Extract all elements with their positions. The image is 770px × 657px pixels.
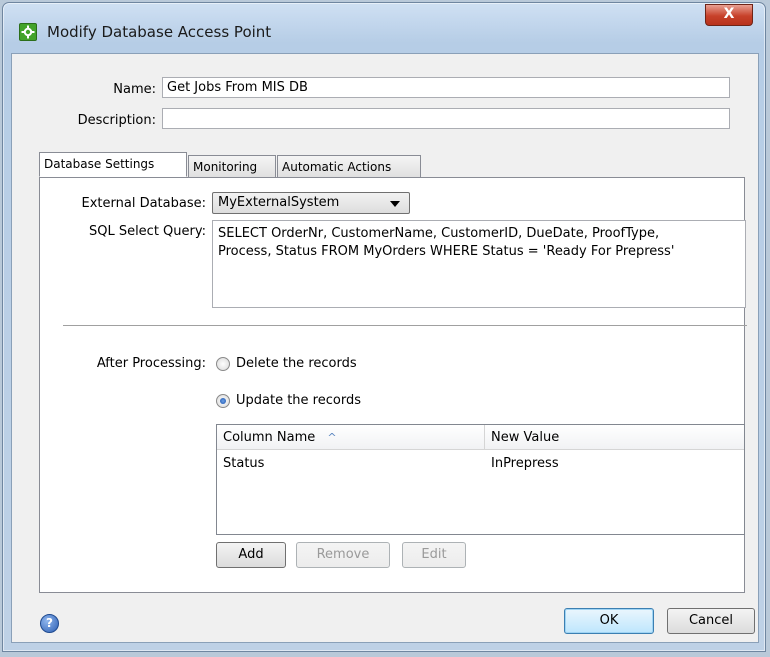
tab-database-settings[interactable]: Database Settings — [39, 152, 187, 177]
delete-records-label[interactable]: Delete the records — [236, 356, 357, 371]
tab-monitoring[interactable]: Monitoring — [188, 155, 276, 177]
close-button[interactable]: X — [705, 4, 753, 26]
cancel-button[interactable]: Cancel — [667, 608, 755, 634]
delete-records-radio[interactable] — [216, 357, 230, 371]
update-records-label[interactable]: Update the records — [236, 393, 361, 408]
help-icon[interactable]: ? — [40, 614, 59, 633]
new-value-header[interactable]: New Value — [485, 425, 744, 450]
update-columns-table[interactable]: Column Name ^ New Value Status InPrepres… — [216, 424, 745, 535]
external-database-value: MyExternalSystem — [218, 195, 340, 210]
after-processing-label: After Processing: — [96, 356, 206, 371]
name-label: Name: — [113, 82, 156, 97]
sql-query-textarea[interactable]: SELECT OrderNr, CustomerName, CustomerID… — [212, 220, 746, 308]
sort-ascending-icon: ^ — [327, 431, 337, 444]
name-field[interactable]: Get Jobs From MIS DB — [162, 77, 730, 98]
edit-button[interactable]: Edit — [402, 542, 466, 568]
description-field[interactable] — [162, 108, 730, 129]
app-gear-icon — [19, 23, 37, 41]
database-settings-panel: External Database: MyExternalSystem SQL … — [39, 177, 747, 593]
separator — [63, 325, 747, 326]
chevron-down-icon — [390, 201, 400, 207]
description-label: Description: — [77, 113, 156, 128]
tab-automatic-actions[interactable]: Automatic Actions — [277, 155, 421, 177]
update-records-radio[interactable] — [216, 394, 230, 408]
sql-query-line-2: Process, Status FROM MyOrders WHERE Stat… — [218, 244, 675, 259]
column-name-header[interactable]: Column Name ^ — [217, 425, 485, 450]
dialog-window: Modify Database Access Point X Name: Get… — [2, 2, 766, 652]
title-bar[interactable]: Modify Database Access Point X — [3, 3, 765, 53]
table-cell-column-name[interactable]: Status — [223, 456, 264, 471]
ok-button[interactable]: OK — [564, 608, 654, 634]
window-title: Modify Database Access Point — [47, 23, 272, 41]
table-cell-new-value[interactable]: InPrepress — [491, 456, 559, 471]
external-database-label: External Database: — [81, 196, 206, 211]
add-button[interactable]: Add — [216, 542, 286, 568]
external-database-dropdown[interactable]: MyExternalSystem — [212, 192, 410, 214]
column-name-header-label: Column Name — [223, 430, 316, 445]
sql-query-label: SQL Select Query: — [88, 224, 206, 239]
remove-button[interactable]: Remove — [296, 542, 390, 568]
sql-query-line-1: SELECT OrderNr, CustomerName, CustomerID… — [218, 226, 660, 241]
dialog-body: Name: Get Jobs From MIS DB Description: … — [11, 53, 759, 643]
